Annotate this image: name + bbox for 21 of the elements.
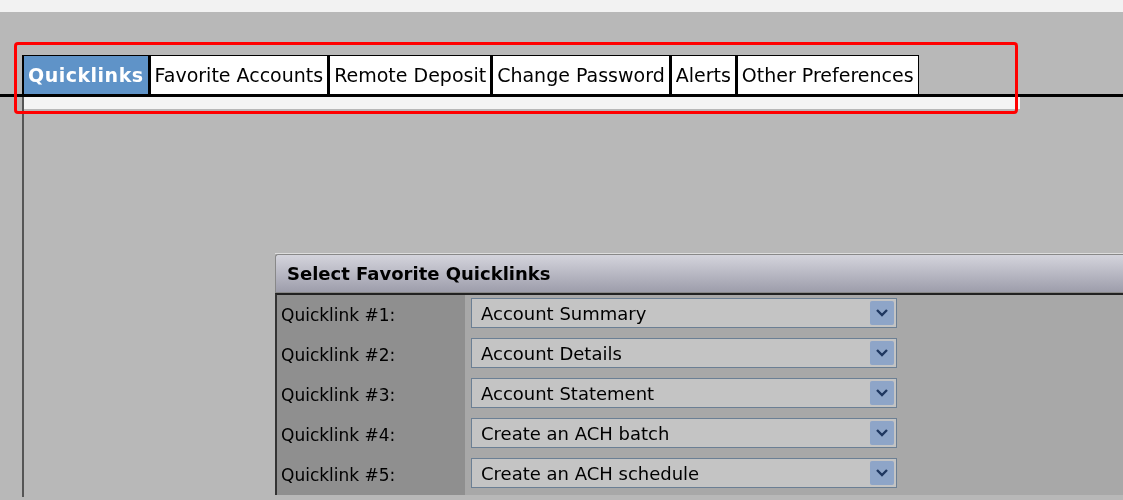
dropdown[interactable]: Account Details [471, 338, 897, 368]
chevron-down-icon [870, 301, 894, 325]
field-label: Quicklink #4: [277, 415, 465, 455]
tab[interactable]: Favorite Accounts [148, 55, 329, 94]
chevron-down-icon [870, 421, 894, 445]
field-label: Quicklink #5: [277, 455, 465, 495]
dropdown[interactable]: Account Summary [471, 298, 897, 328]
field-label: Quicklink #1: [277, 295, 465, 335]
chevron-down-icon [870, 381, 894, 405]
dropdown[interactable]: Account Statement [471, 378, 897, 408]
field-label: Quicklink #3: [277, 375, 465, 415]
panel-title: Select Favorite Quicklinks [275, 254, 1123, 293]
tab[interactable]: Change Password [491, 55, 670, 94]
chevron-down-icon [870, 341, 894, 365]
tab[interactable]: Other Preferences [735, 55, 919, 94]
dropdown[interactable]: Create an ACH schedule [471, 458, 897, 488]
dropdown[interactable]: Create an ACH batch [471, 418, 897, 448]
field-label: Quicklink #2: [277, 335, 465, 375]
chevron-down-icon [870, 461, 894, 485]
tab[interactable]: Remote Deposit [328, 55, 492, 94]
tab[interactable]: Alerts [669, 55, 736, 94]
